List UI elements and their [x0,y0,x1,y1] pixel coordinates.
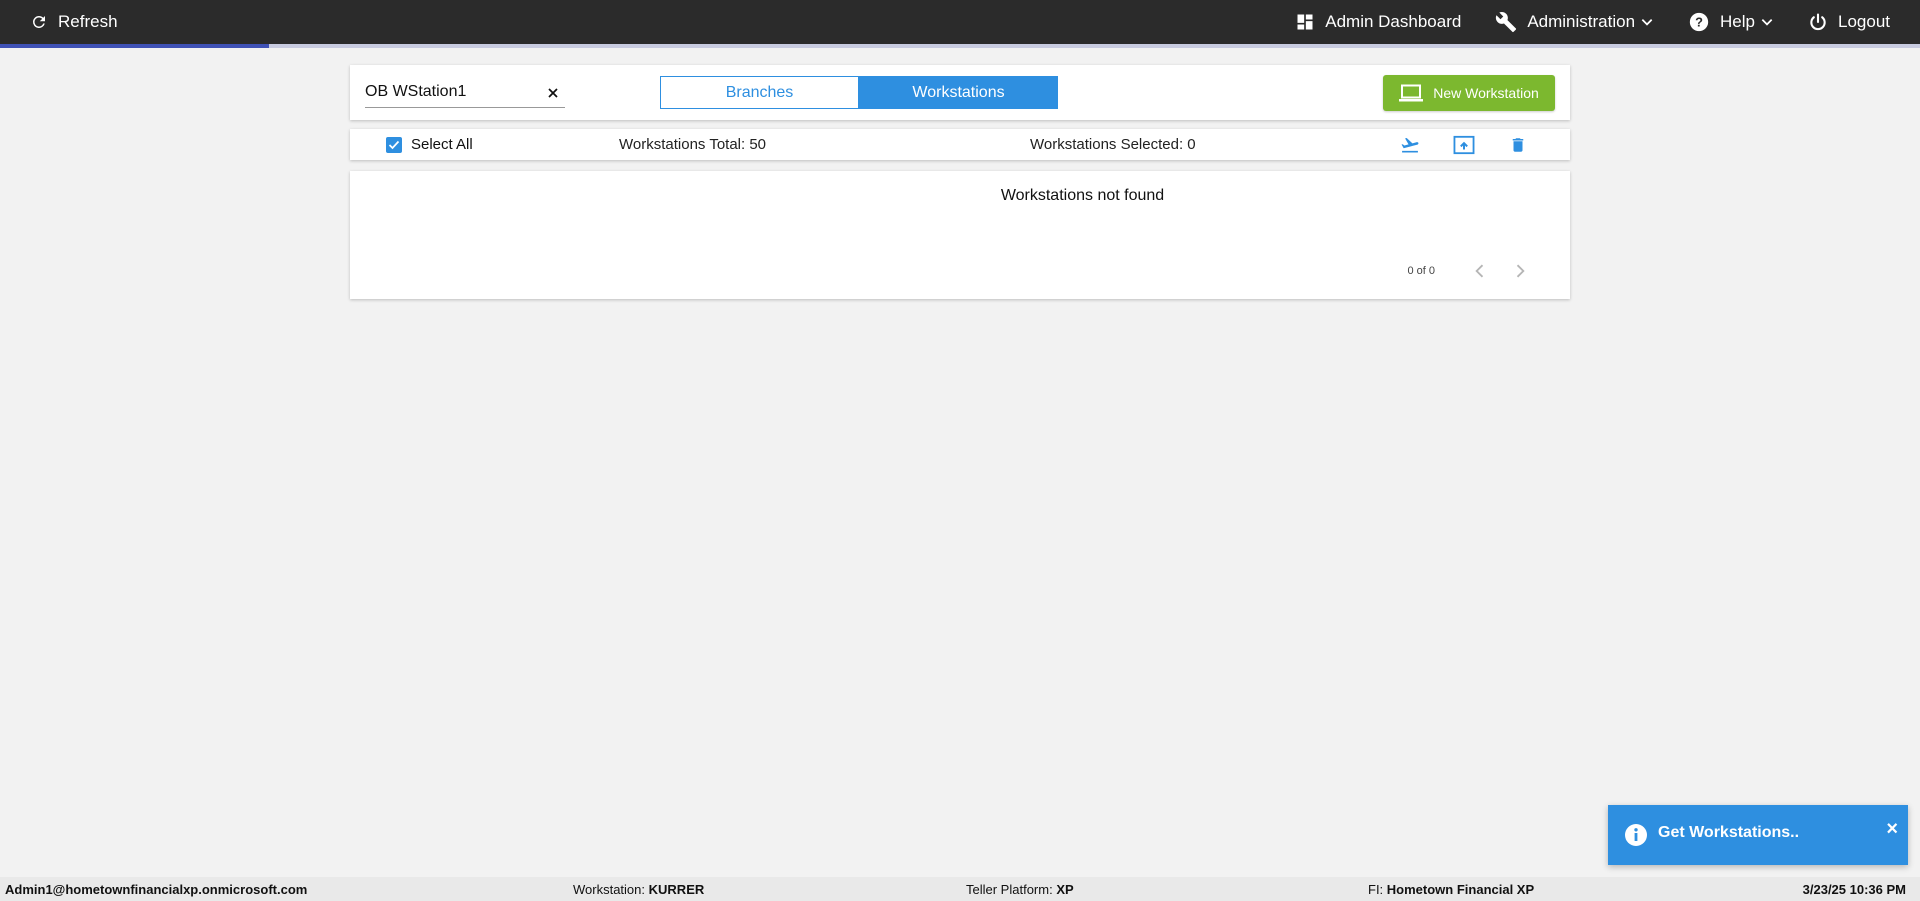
chevron-left-icon[interactable] [1470,261,1490,281]
laptop-icon [1399,84,1424,102]
refresh-icon [32,15,45,28]
admin-dashboard-label: Admin Dashboard [1325,12,1462,31]
info-icon [1625,824,1647,846]
search-field [365,79,565,108]
delete-button[interactable] [1506,134,1530,156]
help-menu[interactable]: ? Help [1688,11,1774,33]
search-input[interactable] [365,79,535,105]
checkbox-checked-icon [386,136,402,153]
footer-datetime: 3/23/25 10:36 PM [1802,882,1906,897]
dashboard-icon [1297,14,1313,30]
refresh-label: Refresh [58,12,118,31]
chevron-right-icon[interactable] [1510,261,1530,281]
admin-dashboard-link[interactable]: Admin Dashboard [1295,12,1461,32]
tab-workstations[interactable]: Workstations [859,76,1058,109]
workstations-selected: Workstations Selected: 0 [1030,136,1196,153]
help-label: Help [1720,12,1755,31]
info-toast: Get Workstations.. × [1608,805,1908,865]
footer-platform-label: Teller Platform: [966,882,1053,897]
footer-platform-value: XP [1056,882,1074,897]
status-footer: Admin1@hometownfinancialxp.onmicrosoft.c… [0,877,1920,901]
clear-search-icon[interactable] [545,85,561,101]
top-bar: Refresh Admin Dashboard Administration ?… [0,0,1920,44]
footer-platform: Teller Platform: XP [966,882,1074,897]
view-toggle: Branches Workstations [660,76,1058,109]
svg-text:?: ? [1695,15,1703,30]
loading-progress-fill [0,44,269,48]
workstations-header-panel: Branches Workstations New Workstation [350,65,1570,120]
new-workstation-button[interactable]: New Workstation [1383,75,1555,111]
workstations-total: Workstations Total: 50 [619,136,767,153]
tab-branches[interactable]: Branches [660,76,859,109]
wrench-icon [1496,12,1517,33]
refresh-button[interactable]: Refresh [30,0,118,44]
administration-menu[interactable]: Administration [1495,11,1654,33]
logout-button[interactable]: Logout [1808,12,1890,32]
footer-workstation-label: Workstation: [573,882,646,897]
power-icon [1810,13,1826,31]
logout-label: Logout [1838,12,1890,31]
select-all-checkbox[interactable]: Select All [386,136,473,153]
chevron-down-icon [1641,19,1653,26]
flight-takeoff-button[interactable] [1398,134,1422,156]
pagination-range: 0 of 0 [1407,265,1435,277]
footer-user: Admin1@hometownfinancialxp.onmicrosoft.c… [5,882,308,897]
select-all-label: Select All [411,136,473,153]
toast-message: Get Workstations.. [1658,824,1800,841]
footer-fi-label: FI: [1368,882,1384,897]
workstations-results-panel: Workstations not found 0 of 0 [350,171,1570,299]
bulk-actions [1368,134,1530,156]
toast-close-button[interactable]: × [1886,819,1898,839]
help-icon: ? [1689,12,1709,32]
administration-label: Administration [1527,12,1636,31]
upload-button[interactable] [1452,134,1476,156]
footer-fi-value: Hometown Financial XP [1386,882,1535,897]
workstations-toolbar: Select All Workstations Total: 50 Workst… [350,129,1570,160]
loading-progress-bar [0,44,1920,48]
footer-workstation-value: KURRER [648,882,705,897]
upload-icon [1453,135,1475,155]
flight-takeoff-icon [1401,137,1419,153]
footer-workstation: Workstation: KURRER [573,882,704,897]
trash-icon [1512,138,1524,152]
footer-fi: FI: Hometown Financial XP [1368,882,1534,897]
chevron-down-icon [1761,19,1773,26]
new-workstation-label: New Workstation [1433,85,1539,101]
top-nav: Admin Dashboard Administration ? Help Lo… [1261,0,1890,44]
empty-results-message: Workstations not found [1000,187,1165,204]
